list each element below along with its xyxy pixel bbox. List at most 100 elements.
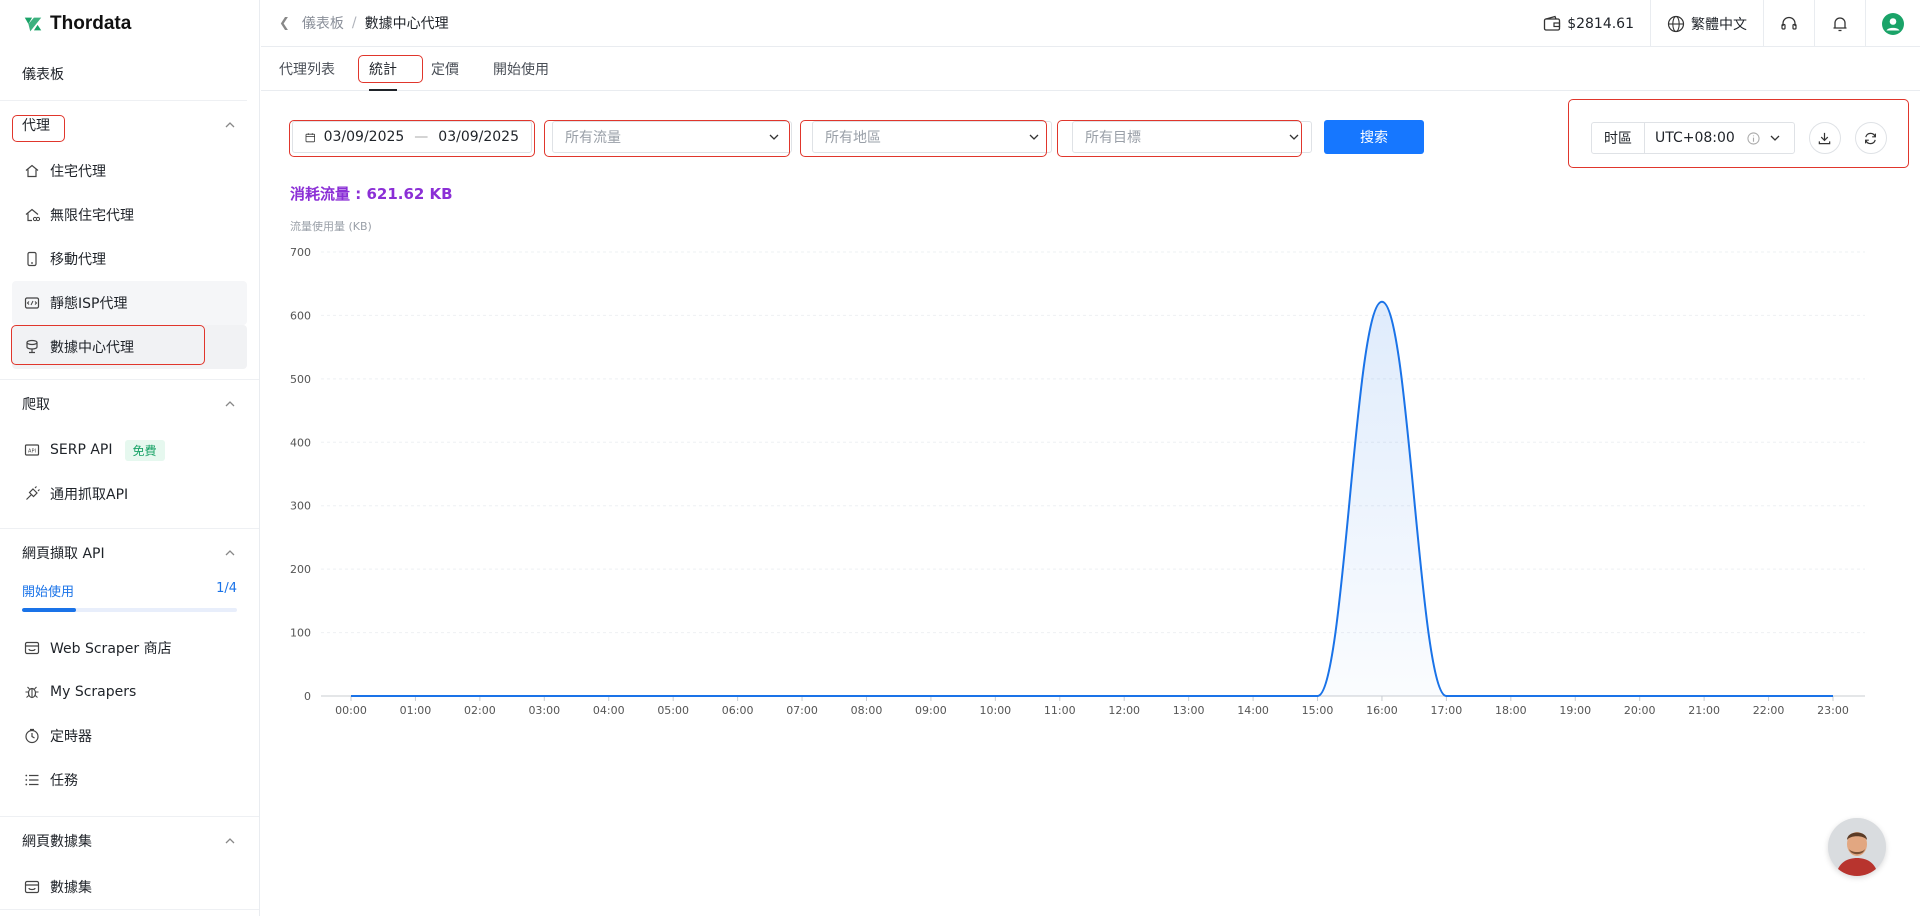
chevron-down-icon (1770, 135, 1780, 141)
sidebar-section-dataset: 網頁數據集 數據集 (0, 817, 259, 910)
chevron-up-icon (225, 122, 235, 128)
section-title: 爬取 (22, 397, 50, 413)
top-bar: ❮ 儀表板 / 數據中心代理 $2814.61 繁體中文 (261, 0, 1920, 47)
x-tick-label: 13:00 (1173, 704, 1205, 717)
info-icon[interactable] (1747, 131, 1760, 145)
x-tick-label: 01:00 (400, 704, 432, 717)
refresh-button[interactable] (1854, 122, 1887, 154)
sidebar-item-mobile[interactable]: 移動代理 (12, 237, 247, 281)
tab-getting-started[interactable]: 開始使用 (493, 47, 549, 91)
support-chat-avatar[interactable] (1828, 818, 1886, 876)
x-tick-label: 17:00 (1431, 704, 1463, 717)
chevron-down-icon (1029, 134, 1039, 140)
brand-name: Thordata (50, 12, 132, 34)
date-range-picker[interactable]: 03/09/2025 — 03/09/2025 (292, 121, 532, 153)
tab-pricing[interactable]: 定價 (431, 47, 459, 91)
brand-logo[interactable]: Thordata (0, 0, 259, 47)
clock-icon (25, 728, 39, 744)
progress-fill (22, 608, 76, 612)
sidebar-item-serp-api[interactable]: API SERP API 免費 (12, 428, 247, 472)
sidebar-item-unlimited-residential[interactable]: 無限住宅代理 (12, 193, 247, 237)
sidebar: Thordata 儀表板 代理 住宅代理 無限住宅代理 移動代理 靜態ISP代理… (0, 0, 260, 916)
chevron-up-icon (225, 401, 235, 407)
getting-started-progress[interactable]: 開始使用 1/4 (12, 577, 247, 600)
y-tick-label: 600 (290, 309, 311, 322)
sidebar-item-timer[interactable]: 定時器 (12, 714, 247, 758)
sidebar-item-static-isp[interactable]: 靜態ISP代理 (12, 281, 247, 325)
x-tick-label: 23:00 (1817, 704, 1849, 717)
sidebar-section-proxy-header[interactable]: 代理 (12, 101, 247, 149)
traffic-chart: 流量使用量 (KB) 0 100 200 300 400 500 600 700 00:00 01:… (280, 215, 1880, 725)
sidebar-item-dashboard[interactable]: 儀表板 (0, 47, 247, 101)
x-tick-label: 11:00 (1044, 704, 1076, 717)
traffic-chart-svg: 流量使用量 (KB) 0 100 200 300 400 500 600 700 00:00 01:… (290, 219, 1865, 717)
agent-avatar-icon (1828, 818, 1886, 876)
tab-proxy-list[interactable]: 代理列表 (279, 47, 335, 91)
sidebar-item-label: 數據集 (50, 880, 92, 896)
x-tick-label: 09:00 (915, 704, 947, 717)
sidebar-item-scraper-store[interactable]: Web Scraper 商店 (12, 626, 247, 670)
traffic-select[interactable]: 所有流量 (552, 121, 792, 153)
progress-label: 開始使用 (22, 585, 75, 600)
sidebar-item-label: Web Scraper 商店 (50, 641, 172, 657)
sidebar-item-universal-scraper[interactable]: 通用抓取API (12, 472, 247, 516)
sidebar-section-scrape-header[interactable]: 爬取 (12, 380, 247, 428)
download-button[interactable] (1808, 122, 1841, 154)
language-selector[interactable]: 繁體中文 (1650, 0, 1763, 47)
sidebar-item-dataset[interactable]: 數據集 (12, 865, 247, 909)
x-tick-label: 03:00 (528, 704, 560, 717)
breadcrumb-current: 數據中心代理 (364, 16, 449, 32)
home-icon (25, 164, 39, 178)
sidebar-item-residential[interactable]: 住宅代理 (12, 149, 247, 193)
section-title: 網頁擷取 API (22, 546, 105, 562)
chevron-left-icon[interactable]: ❮ (279, 16, 290, 31)
sidebar-item-label: 定時器 (50, 729, 92, 745)
x-tick-label: 19:00 (1559, 704, 1591, 717)
top-actions: $2814.61 繁體中文 (1527, 0, 1920, 47)
search-button[interactable]: 搜索 (1324, 120, 1424, 154)
tab-statistics[interactable]: 統計 (369, 47, 397, 91)
support-button[interactable] (1763, 0, 1814, 47)
breadcrumb: ❮ 儀表板 / 數據中心代理 (261, 13, 449, 33)
chevron-down-icon (1289, 134, 1299, 140)
free-badge: 免費 (124, 439, 165, 461)
svg-text:API: API (28, 449, 36, 455)
notifications-button[interactable] (1814, 0, 1865, 47)
headset-icon (1781, 16, 1797, 30)
balance-button[interactable]: $2814.61 (1527, 0, 1650, 47)
list-icon (25, 774, 39, 786)
calendar-icon (305, 132, 315, 142)
filter-bar: 03/09/2025 — 03/09/2025 所有流量 所有地區 所有目標 搜… (292, 120, 1424, 154)
x-tick-label: 22:00 (1753, 704, 1785, 717)
phone-icon (27, 251, 37, 267)
thordata-logo-icon (24, 17, 42, 31)
tab-bar: 代理列表 統計 定價 開始使用 (261, 47, 1920, 91)
y-axis-title: 流量使用量 (KB) (290, 219, 372, 233)
target-select[interactable]: 所有目標 (1072, 121, 1312, 153)
balance-amount: $2814.61 (1567, 15, 1634, 32)
api-icon: API (24, 444, 40, 456)
refresh-icon (1865, 132, 1877, 144)
globe-icon (1667, 15, 1685, 32)
sidebar-item-tasks[interactable]: 任務 (12, 758, 247, 802)
usage-total: 消耗流量 : 621.62 KB (290, 185, 453, 203)
timezone-toolbar: 时區 UTC+08:00 (1591, 122, 1887, 154)
user-avatar-button[interactable] (1865, 0, 1920, 47)
sidebar-section-web-api-header[interactable]: 網頁擷取 API (12, 529, 247, 577)
breadcrumb-dashboard[interactable]: 儀表板 (302, 13, 344, 33)
sidebar-section-web-api: 網頁擷取 API 開始使用 1/4 Web Scraper 商店 My Scra… (0, 529, 259, 817)
database-icon (26, 339, 38, 354)
sidebar-item-my-scrapers[interactable]: My Scrapers (12, 670, 247, 714)
sidebar-item-datacenter[interactable]: 數據中心代理 (12, 325, 247, 369)
region-select[interactable]: 所有地區 (812, 121, 1052, 153)
date-start: 03/09/2025 (323, 129, 405, 145)
series-line (351, 300, 1833, 697)
sidebar-section-dataset-header[interactable]: 網頁數據集 (12, 817, 247, 865)
y-tick-label: 700 (290, 246, 311, 259)
x-tick-label: 00:00 (335, 704, 367, 717)
x-tick-label: 14:00 (1237, 704, 1269, 717)
progress-value: 1/4 (216, 581, 237, 596)
timezone-select[interactable]: 时區 UTC+08:00 (1591, 122, 1795, 154)
dataset-icon (24, 880, 40, 894)
sidebar-item-label: SERP API (50, 442, 113, 458)
